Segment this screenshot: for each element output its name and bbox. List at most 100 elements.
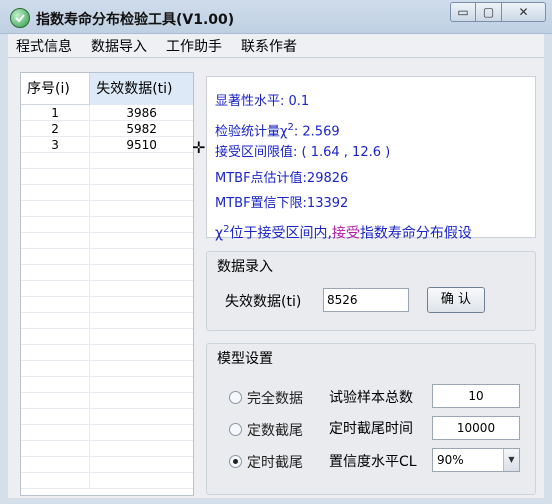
table-row[interactable] xyxy=(21,217,193,233)
table-row[interactable] xyxy=(21,281,193,297)
cell-index[interactable] xyxy=(21,153,91,169)
cell-failure-data[interactable] xyxy=(90,441,193,457)
cell-index[interactable] xyxy=(21,441,91,457)
data-table[interactable]: 序号(i) 失效数据(ti) 1 3986 2 5982 3 9510 xyxy=(20,72,194,496)
cell-index[interactable] xyxy=(21,281,91,297)
data-entry-title: 数据录入 xyxy=(217,259,273,275)
cell-failure-data[interactable] xyxy=(90,377,193,393)
cell-index[interactable] xyxy=(21,169,91,185)
table-row[interactable] xyxy=(21,169,193,185)
cell-index[interactable] xyxy=(21,313,91,329)
table-row[interactable] xyxy=(21,153,193,169)
cell-index[interactable]: 3 xyxy=(21,137,91,153)
menu-work-assistant[interactable]: 工作助手 xyxy=(158,36,233,56)
cell-failure-data[interactable] xyxy=(90,393,193,409)
table-row[interactable] xyxy=(21,329,193,345)
cell-index[interactable]: 2 xyxy=(21,121,91,137)
radio-failure-censored-label[interactable]: 定数截尾 xyxy=(247,420,303,440)
cell-failure-data[interactable] xyxy=(90,345,193,361)
cell-failure-data[interactable]: 5982 xyxy=(90,121,193,137)
cell-index[interactable] xyxy=(21,217,91,233)
censor-time-input[interactable]: 10000 xyxy=(432,416,520,440)
table-row[interactable] xyxy=(21,297,193,313)
table-row[interactable] xyxy=(21,425,193,441)
table-row[interactable] xyxy=(21,345,193,361)
table-row[interactable] xyxy=(21,409,193,425)
close-button[interactable]: ✕ xyxy=(502,2,546,22)
table-row[interactable] xyxy=(21,393,193,409)
test-statistic-label: 检验统计量χ xyxy=(215,123,288,139)
table-row[interactable] xyxy=(21,185,193,201)
cell-failure-data[interactable] xyxy=(90,233,193,249)
cell-failure-data[interactable]: 3986 xyxy=(90,105,193,121)
table-row[interactable]: 1 3986 xyxy=(21,105,193,121)
table-row[interactable] xyxy=(21,473,193,489)
failure-data-input[interactable]: 8526 xyxy=(323,288,409,312)
cell-index[interactable] xyxy=(21,473,91,489)
cell-failure-data[interactable] xyxy=(90,361,193,377)
table-row[interactable]: 2 5982 xyxy=(21,121,193,137)
table-row[interactable] xyxy=(21,249,193,265)
cell-index[interactable] xyxy=(21,409,91,425)
table-row[interactable] xyxy=(21,313,193,329)
table-row[interactable]: 3 9510 xyxy=(21,137,193,153)
cell-failure-data[interactable] xyxy=(90,425,193,441)
table-row[interactable] xyxy=(21,441,193,457)
table-row[interactable] xyxy=(21,233,193,249)
menu-program-info[interactable]: 程式信息 xyxy=(8,36,83,56)
radio-time-censored[interactable] xyxy=(229,455,242,468)
cell-failure-data[interactable] xyxy=(90,409,193,425)
cell-failure-data[interactable] xyxy=(90,169,193,185)
cell-index[interactable] xyxy=(21,265,91,281)
minimize-button[interactable]: ▭ xyxy=(450,2,476,22)
menu-bar: 程式信息 数据导入 工作助手 联系作者 xyxy=(8,34,544,58)
menu-contact-author[interactable]: 联系作者 xyxy=(233,36,308,56)
cell-index[interactable] xyxy=(21,393,91,409)
cell-index[interactable] xyxy=(21,201,91,217)
cell-failure-data[interactable] xyxy=(90,297,193,313)
window-title: 指数寿命分布检验工具(V1.00) xyxy=(36,12,235,28)
conclusion-chi: χ xyxy=(215,225,224,242)
table-row[interactable] xyxy=(21,457,193,473)
cell-index[interactable] xyxy=(21,185,91,201)
cell-failure-data[interactable] xyxy=(90,153,193,169)
menu-data-import[interactable]: 数据导入 xyxy=(83,36,158,56)
table-row[interactable] xyxy=(21,361,193,377)
confirm-button[interactable]: 确 认 xyxy=(427,287,485,313)
cell-failure-data[interactable] xyxy=(90,457,193,473)
cell-failure-data[interactable] xyxy=(90,473,193,489)
cell-index[interactable] xyxy=(21,345,91,361)
cell-failure-data[interactable] xyxy=(90,265,193,281)
cell-failure-data[interactable] xyxy=(90,329,193,345)
table-row[interactable] xyxy=(21,201,193,217)
maximize-button[interactable]: ▢ xyxy=(476,2,502,22)
confidence-level-select[interactable]: 90% ▼ xyxy=(432,448,520,472)
cell-failure-data[interactable] xyxy=(90,185,193,201)
cell-failure-data[interactable] xyxy=(90,201,193,217)
sample-size-input[interactable]: 10 xyxy=(432,384,520,408)
cell-index[interactable] xyxy=(21,249,91,265)
cell-index[interactable] xyxy=(21,297,91,313)
cell-index[interactable] xyxy=(21,425,91,441)
table-row[interactable] xyxy=(21,265,193,281)
cell-index[interactable] xyxy=(21,233,91,249)
radio-complete-data[interactable] xyxy=(229,391,242,404)
cell-failure-data[interactable] xyxy=(90,249,193,265)
radio-complete-data-label[interactable]: 完全数据 xyxy=(247,388,303,408)
radio-time-censored-label[interactable]: 定时截尾 xyxy=(247,452,303,472)
column-header-failure-data[interactable]: 失效数据(ti) xyxy=(90,73,193,105)
cell-failure-data[interactable] xyxy=(90,313,193,329)
cell-failure-data[interactable] xyxy=(90,281,193,297)
cell-index[interactable] xyxy=(21,361,91,377)
table-row[interactable] xyxy=(21,377,193,393)
cell-index[interactable] xyxy=(21,329,91,345)
column-header-index[interactable]: 序号(i) xyxy=(21,73,91,105)
cell-index[interactable] xyxy=(21,457,91,473)
chevron-down-icon[interactable]: ▼ xyxy=(503,449,519,471)
cell-failure-data[interactable]: 9510 xyxy=(90,137,193,153)
cell-failure-data[interactable] xyxy=(90,217,193,233)
cell-index[interactable] xyxy=(21,377,91,393)
radio-failure-censored[interactable] xyxy=(229,423,242,436)
cell-index[interactable]: 1 xyxy=(21,105,91,121)
model-settings-title: 模型设置 xyxy=(217,351,273,367)
